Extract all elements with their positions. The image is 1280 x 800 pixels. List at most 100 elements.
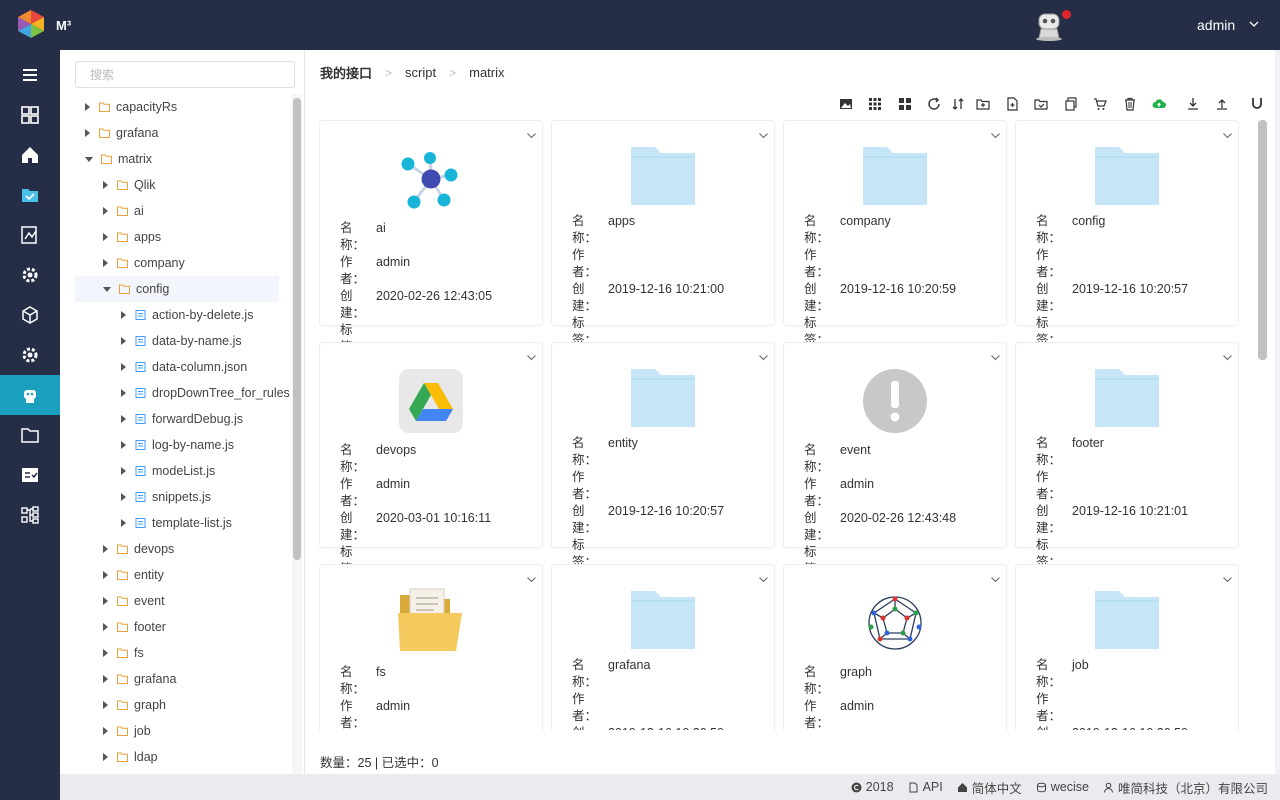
resource-card[interactable]: 名称：ai作者：admin创建：2020-02-26 12:43:05标签：描述…: [319, 120, 543, 388]
caret-right-icon[interactable]: [103, 753, 108, 761]
nav-files[interactable]: [0, 175, 60, 215]
tree-item[interactable]: footer: [75, 614, 290, 640]
nav-settings[interactable]: [0, 255, 60, 295]
folder-move-icon[interactable]: [1033, 96, 1049, 112]
caret-right-icon[interactable]: [85, 103, 90, 111]
nav-dashboard[interactable]: [0, 95, 60, 135]
caret-right-icon[interactable]: [121, 493, 126, 501]
caret-right-icon[interactable]: [121, 441, 126, 449]
footer-language[interactable]: 简体中文: [957, 778, 1022, 797]
tree-item[interactable]: fs: [75, 640, 290, 666]
tree-item[interactable]: event: [75, 588, 290, 614]
chevron-down-icon[interactable]: [1222, 352, 1233, 363]
tree-item[interactable]: template-list.js: [75, 510, 290, 536]
tree-item[interactable]: grafana: [75, 120, 290, 146]
caret-right-icon[interactable]: [103, 701, 108, 709]
caret-right-icon[interactable]: [103, 259, 108, 267]
nav-model[interactable]: [0, 295, 60, 335]
app-logo-icon[interactable]: [16, 9, 46, 39]
tree-item[interactable]: data-by-name.js: [75, 328, 290, 354]
grid-large-icon[interactable]: [897, 96, 913, 112]
nav-tasks[interactable]: [0, 455, 60, 495]
resource-card[interactable]: 名称：grafana作者：创建：2019-12-16 10:20:59标签：描述…: [551, 564, 775, 730]
resource-card[interactable]: 名称：graph作者：admin创建：2020-02-26 12:44:16标签…: [783, 564, 1007, 730]
tree-item[interactable]: forwardDebug.js: [75, 406, 290, 432]
resource-card[interactable]: 名称：event作者：admin创建：2020-02-26 12:43:48标签…: [783, 342, 1007, 610]
caret-down-icon[interactable]: [85, 156, 93, 162]
search-input[interactable]: [75, 61, 295, 88]
robot-assistant-icon[interactable]: [1032, 8, 1066, 42]
caret-right-icon[interactable]: [103, 727, 108, 735]
footer-company-short[interactable]: wecise: [1036, 780, 1089, 794]
tree-item[interactable]: ai: [75, 198, 290, 224]
menu-toggle[interactable]: [0, 55, 60, 95]
resource-card[interactable]: 名称：config作者：创建：2019-12-16 10:20:57标签：描述：: [1015, 120, 1239, 381]
caret-right-icon[interactable]: [121, 363, 126, 371]
chevron-down-icon[interactable]: [526, 574, 537, 585]
copy-icon[interactable]: [1063, 96, 1079, 112]
resource-card[interactable]: 名称：entity作者：创建：2019-12-16 10:20:57标签：描述：: [551, 342, 775, 603]
breadcrumb-item[interactable]: script: [405, 65, 436, 80]
tree-item[interactable]: log-by-name.js: [75, 432, 290, 458]
tree-item[interactable]: entity: [75, 562, 290, 588]
caret-right-icon[interactable]: [103, 571, 108, 579]
caret-right-icon[interactable]: [103, 233, 108, 241]
chevron-down-icon[interactable]: [990, 352, 1001, 363]
trash-icon[interactable]: [1122, 96, 1138, 112]
user-name[interactable]: admin: [1197, 17, 1235, 33]
resource-card[interactable]: 名称：footer作者：创建：2019-12-16 10:21:01标签：描述：: [1015, 342, 1239, 603]
chevron-down-icon[interactable]: [758, 130, 769, 141]
nav-report[interactable]: [0, 215, 60, 255]
magnet-icon[interactable]: [1249, 96, 1265, 112]
upload-icon[interactable]: [1214, 96, 1230, 112]
tree-item[interactable]: data-column.json: [75, 354, 290, 380]
caret-right-icon[interactable]: [121, 415, 126, 423]
caret-right-icon[interactable]: [103, 545, 108, 553]
tree-item[interactable]: action-by-delete.js: [75, 302, 290, 328]
chevron-down-icon[interactable]: [1248, 18, 1260, 30]
tree-scrollbar[interactable]: [293, 98, 301, 560]
resource-card[interactable]: 名称：job作者：创建：2019-12-16 10:20:59标签：描述：: [1015, 564, 1239, 730]
download-icon[interactable]: [1185, 96, 1201, 112]
nav-config[interactable]: [0, 335, 60, 375]
new-file-icon[interactable]: [1004, 96, 1020, 112]
caret-right-icon[interactable]: [103, 675, 108, 683]
resource-card[interactable]: 名称：apps作者：创建：2019-12-16 10:21:00标签：描述：: [551, 120, 775, 381]
chevron-down-icon[interactable]: [990, 574, 1001, 585]
chevron-down-icon[interactable]: [990, 130, 1001, 141]
nav-topology[interactable]: [0, 495, 60, 535]
resource-card[interactable]: 名称： devops 作者： admin 创建： 2020-03-01 10:16:11 标…: [319, 342, 543, 610]
chevron-down-icon[interactable]: [758, 352, 769, 363]
caret-right-icon[interactable]: [121, 519, 126, 527]
tree-item[interactable]: devops: [75, 536, 290, 562]
caret-right-icon[interactable]: [121, 389, 126, 397]
cloud-upload-icon[interactable]: [1151, 96, 1167, 112]
caret-right-icon[interactable]: [121, 337, 126, 345]
content-scrollbar[interactable]: [1258, 120, 1267, 360]
resource-card[interactable]: 名称：company作者：创建：2019-12-16 10:20:59标签：描述…: [783, 120, 1007, 381]
chevron-down-icon[interactable]: [526, 352, 537, 363]
chevron-down-icon[interactable]: [526, 130, 537, 141]
sort-icon[interactable]: [950, 96, 966, 112]
image-view-icon[interactable]: [838, 96, 854, 112]
caret-right-icon[interactable]: [103, 207, 108, 215]
chevron-down-icon[interactable]: [758, 574, 769, 585]
tree-item[interactable]: matrix: [75, 146, 290, 172]
nav-api[interactable]: [0, 375, 60, 415]
tree-item[interactable]: grafana: [75, 666, 290, 692]
chevron-down-icon[interactable]: [1222, 574, 1233, 585]
caret-right-icon[interactable]: [103, 649, 108, 657]
nav-home[interactable]: [0, 135, 60, 175]
tree-item[interactable]: Qlik: [75, 172, 290, 198]
footer-api-link[interactable]: API: [908, 780, 943, 794]
tree-item[interactable]: graph: [75, 692, 290, 718]
caret-right-icon[interactable]: [103, 597, 108, 605]
breadcrumb-item[interactable]: 我的接口: [320, 63, 372, 82]
tree-item[interactable]: capacityRs: [75, 94, 290, 120]
caret-right-icon[interactable]: [121, 467, 126, 475]
tree-item[interactable]: config: [75, 276, 279, 302]
tree-item[interactable]: dropDownTree_for_rules: [75, 380, 290, 406]
caret-down-icon[interactable]: [103, 286, 111, 292]
tree-item[interactable]: snippets.js: [75, 484, 290, 510]
nav-folder[interactable]: [0, 415, 60, 455]
